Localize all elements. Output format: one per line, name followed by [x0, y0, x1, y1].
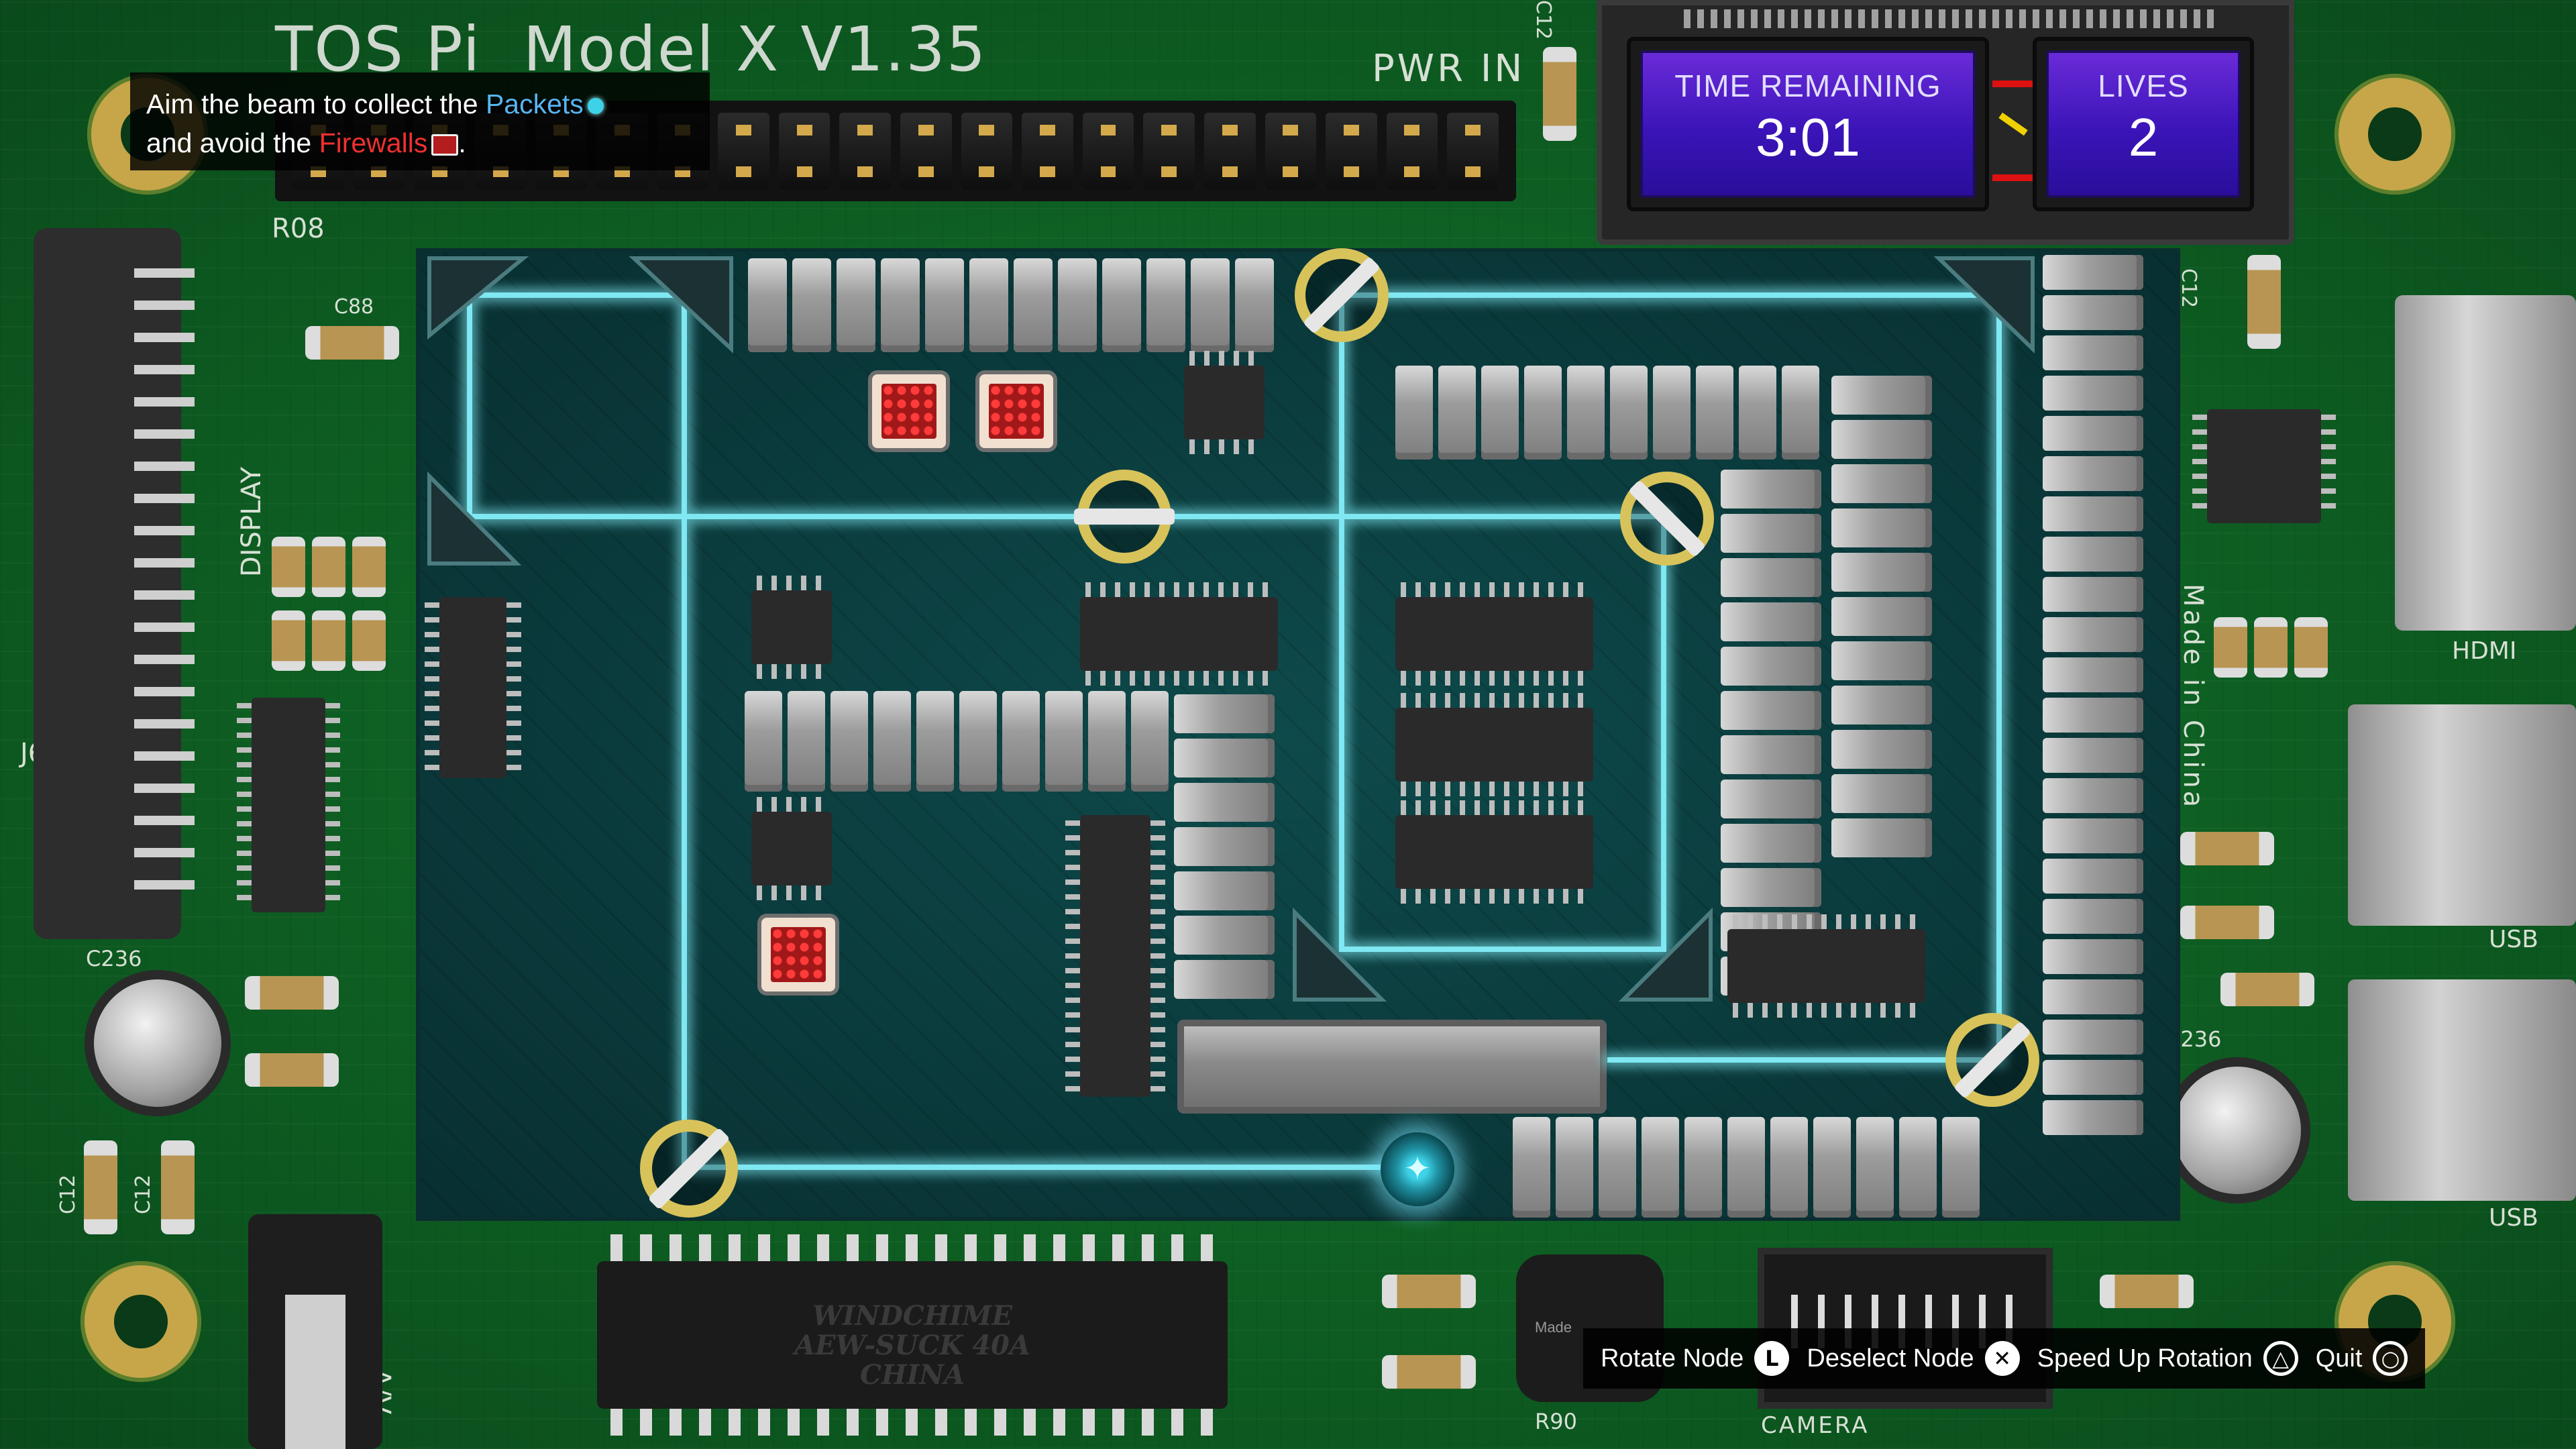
deselect-node-control[interactable]: Deselect Node ✕	[1807, 1341, 2020, 1376]
time-remaining-value: 3:01	[1756, 107, 1860, 167]
mirror-node[interactable]	[1620, 472, 1714, 566]
packet	[1381, 1132, 1454, 1206]
quit-label: Quit	[2315, 1344, 2363, 1373]
deselect-node-label: Deselect Node	[1807, 1344, 1974, 1373]
lives-value: 2	[2128, 107, 2159, 167]
hud-wires	[1992, 74, 2033, 195]
quit-control[interactable]: Quit ○	[2316, 1341, 2408, 1376]
lives-label: LIVES	[2098, 68, 2189, 103]
rotate-node-control[interactable]: Rotate Node L	[1601, 1341, 1790, 1376]
hud-panel: TIME REMAINING 3:01 LIVES 2	[1597, 0, 2294, 245]
rotate-node-label: Rotate Node	[1601, 1344, 1744, 1373]
time-remaining-panel: TIME REMAINING 3:01	[1627, 37, 1989, 211]
hint-period: .	[458, 127, 466, 158]
speed-up-rotation-label: Speed Up Rotation	[2037, 1344, 2253, 1373]
triangle-button-icon: △	[2263, 1341, 2298, 1376]
lives-panel: LIVES 2	[2033, 37, 2254, 211]
hint-line1-text: Aim the beam to collect the	[146, 89, 478, 119]
hint-firewalls-word: Firewalls	[319, 127, 428, 158]
mirror-node[interactable]	[1074, 470, 1175, 564]
time-remaining-label: TIME REMAINING	[1674, 68, 1941, 103]
speed-up-rotation-control[interactable]: Speed Up Rotation △	[2037, 1341, 2298, 1376]
mirror-node[interactable]	[1945, 1013, 2039, 1107]
time-remaining-screen: TIME REMAINING 3:01	[1640, 50, 1976, 198]
circle-button-icon: ○	[2373, 1341, 2408, 1376]
instruction-hint: Aim the beam to collect the Packets and …	[130, 72, 710, 170]
mirror-node[interactable]	[640, 1120, 738, 1218]
lives-screen: LIVES 2	[2046, 50, 2241, 198]
cross-button-icon: ✕	[1984, 1341, 2020, 1376]
mirror-node[interactable]	[1295, 248, 1389, 342]
left-stick-icon: L	[1754, 1341, 1790, 1376]
controls-bar: Rotate Node L Deselect Node ✕ Speed Up R…	[1583, 1328, 2426, 1389]
hint-packets-word: Packets	[485, 89, 584, 119]
hint-line2-text: and avoid the	[146, 127, 312, 158]
packet-icon	[587, 98, 604, 115]
firewall-icon	[431, 134, 459, 156]
